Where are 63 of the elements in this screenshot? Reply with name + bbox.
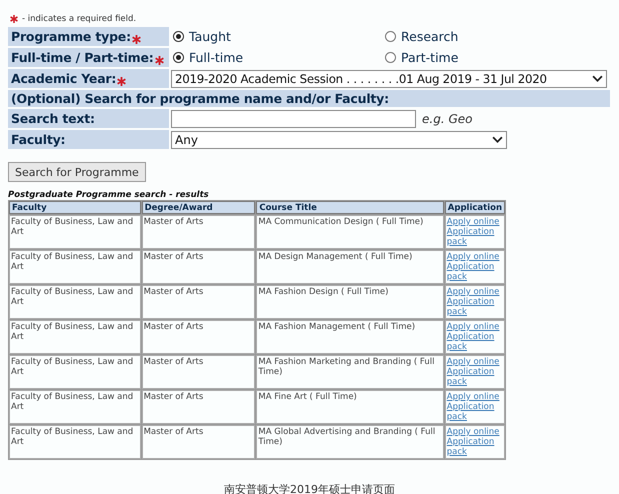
link[interactable]: Application pack <box>446 332 503 352</box>
field-label: Search text: <box>8 109 169 128</box>
table-cell: MA Fashion Marketing and Branding ( Full Time) <box>256 355 444 389</box>
table-cell: Master of Arts <box>142 390 256 424</box>
table-cell: Master of Arts <box>142 250 256 284</box>
table-cell: Faculty of Business, Law and Art <box>9 320 141 354</box>
table-cell: MA Communication Design ( Full Time) <box>256 215 444 249</box>
link[interactable]: Application pack <box>446 227 503 247</box>
required-note: - indicates a required field. <box>22 14 136 24</box>
table-cell: MA Fine Art ( Full Time) <box>256 390 444 424</box>
table-cell: Master of Arts <box>142 355 256 389</box>
link[interactable]: Apply online <box>446 357 503 367</box>
table-cell: Faculty of Business, Law and Art <box>9 355 141 389</box>
link[interactable]: Apply online <box>446 287 503 297</box>
chevron-icon <box>592 75 603 82</box>
radio-button[interactable] <box>173 31 184 42</box>
link[interactable]: Application pack <box>446 437 503 457</box>
field-label: Full-time / Part-time: <box>8 48 169 67</box>
results-title: Postgraduate Programme search - results <box>8 190 210 200</box>
option-label[interactable]: Full-time <box>189 50 244 65</box>
link[interactable]: Application pack <box>446 367 503 387</box>
select-field[interactable]: 2019-2020 Academic Session . . . . . . . .01 Aug 2019 - 31 Jul 2020 <box>171 70 607 88</box>
link[interactable]: Apply online <box>446 427 503 437</box>
table-cell: MA Fashion Design ( Full Time) <box>256 285 444 319</box>
table-cell: MA Fashion Management ( Full Time) <box>256 320 444 354</box>
table-cell: Faculty of Business, Law and Art <box>9 215 141 249</box>
asterisk-icon <box>10 14 18 22</box>
link[interactable]: Apply online <box>446 217 503 227</box>
chevron-icon <box>492 136 503 143</box>
column-header: Application <box>444 201 505 214</box>
select-field[interactable]: Any <box>171 130 507 148</box>
table-cell: Faculty of Business, Law and Art <box>9 425 141 459</box>
link[interactable]: Apply online <box>446 252 503 262</box>
hint-text: e.g. Geo <box>422 112 472 126</box>
field-label: Programme type: <box>8 27 169 46</box>
option-label[interactable]: Part-time <box>401 50 458 65</box>
radio-button[interactable] <box>385 52 396 63</box>
table-cell: Master of Arts <box>142 215 256 249</box>
option-label[interactable]: Research <box>401 29 458 44</box>
column-header: Faculty <box>9 201 141 214</box>
table-cell: Faculty of Business, Law and Art <box>9 390 141 424</box>
field-label: Faculty: <box>8 130 169 149</box>
table-cell: Master of Arts <box>142 425 256 459</box>
table-cell: Faculty of Business, Law and Art <box>9 250 141 284</box>
table-cell: Master of Arts <box>142 285 256 319</box>
section-heading: (Optional) Search for programme name and/or Faculty: <box>8 90 610 107</box>
table-cell: MA Global Advertising and Branding ( Full Time) <box>256 425 444 459</box>
radio-button[interactable] <box>385 31 396 42</box>
table-cell: Master of Arts <box>142 320 256 354</box>
link[interactable]: Application pack <box>446 402 503 422</box>
radio-button[interactable] <box>173 52 184 63</box>
table-cell: MA Design Management ( Full Time) <box>256 250 444 284</box>
link[interactable]: Application pack <box>446 262 503 282</box>
search-input[interactable] <box>171 110 416 128</box>
search-button[interactable]: Search for Programme <box>8 162 146 182</box>
link[interactable]: Apply online <box>446 322 503 332</box>
table-cell: Faculty of Business, Law and Art <box>9 285 141 319</box>
option-label[interactable]: Taught <box>189 29 231 44</box>
link[interactable]: Application pack <box>446 297 503 317</box>
column-header: Course Title <box>256 201 444 214</box>
column-header: Degree/Award <box>142 201 256 214</box>
field-label: Academic Year: <box>8 69 169 88</box>
link[interactable]: Apply online <box>446 392 503 402</box>
